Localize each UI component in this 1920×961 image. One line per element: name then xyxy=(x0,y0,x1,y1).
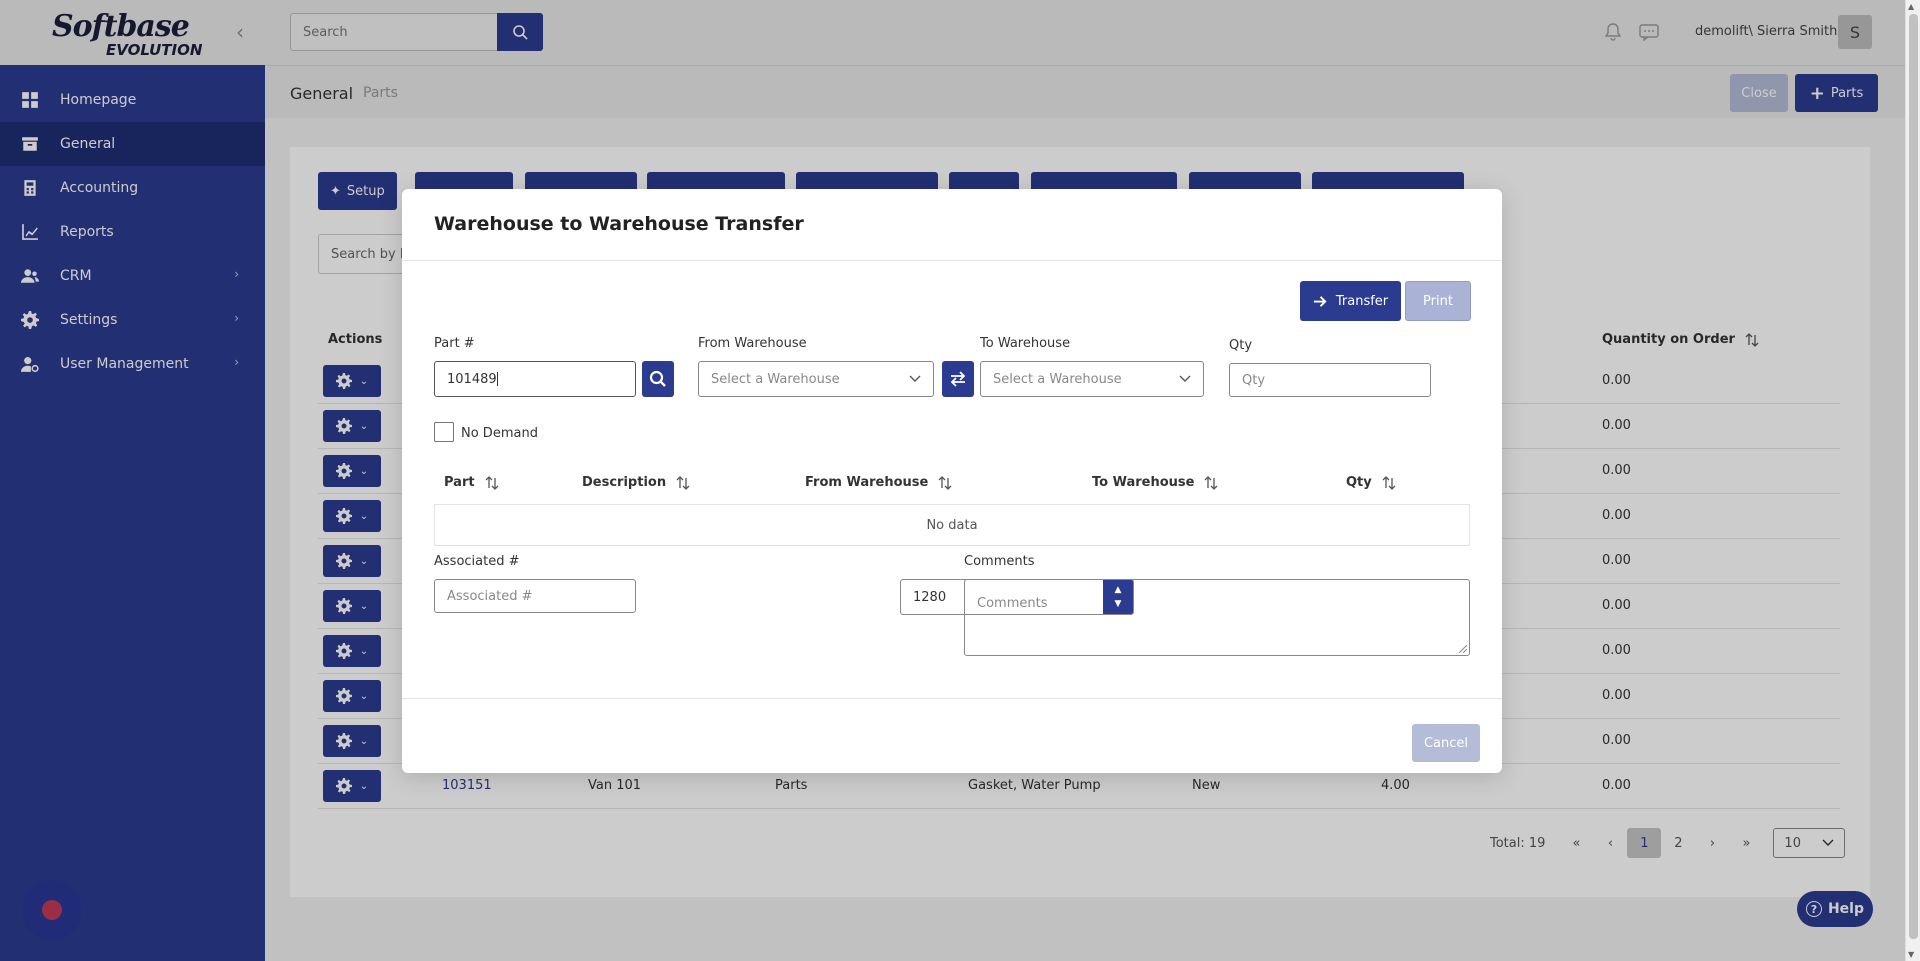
part-search-button[interactable] xyxy=(642,361,674,397)
no-demand-label: No Demand xyxy=(461,426,538,441)
scrollbar-thumb[interactable] xyxy=(1909,14,1918,939)
resize-grip-icon[interactable] xyxy=(1459,645,1467,653)
swap-icon xyxy=(950,371,966,387)
page-scrollbar[interactable]: ▲ ▼ xyxy=(1905,0,1920,961)
comments-textarea[interactable]: Comments xyxy=(964,579,1470,656)
warehouse-transfer-dialog: Warehouse to Warehouse Transfer Transfer… xyxy=(402,189,1502,773)
scroll-up-icon[interactable]: ▲ xyxy=(1908,2,1914,11)
chevron-down-icon xyxy=(1179,375,1191,382)
scroll-down-icon[interactable]: ▼ xyxy=(1908,950,1914,959)
part-number-input[interactable]: 101489 xyxy=(434,361,636,397)
comments-label: Comments xyxy=(964,554,1035,569)
to-warehouse-select[interactable]: Select a Warehouse xyxy=(980,361,1204,397)
qty-input[interactable]: Qty xyxy=(1229,363,1431,397)
arrow-right-icon xyxy=(1313,295,1327,307)
no-demand-checkbox[interactable] xyxy=(434,422,454,442)
sort-icon xyxy=(676,475,690,490)
print-button[interactable]: Print xyxy=(1405,281,1471,321)
sort-icon xyxy=(485,475,499,490)
dialog-title: Warehouse to Warehouse Transfer xyxy=(434,213,804,235)
divider xyxy=(402,698,1502,699)
search-icon xyxy=(649,370,666,387)
table-header-description[interactable]: Description xyxy=(582,475,690,490)
from-warehouse-label: From Warehouse xyxy=(698,336,807,351)
qty-label: Qty xyxy=(1229,338,1253,353)
divider xyxy=(402,260,1502,261)
table-header-to-warehouse[interactable]: To Warehouse xyxy=(1092,475,1218,490)
swap-warehouses-button[interactable] xyxy=(942,361,974,397)
associated-number-input[interactable]: Associated # xyxy=(434,579,636,613)
table-header-from-warehouse[interactable]: From Warehouse xyxy=(805,475,952,490)
sort-icon xyxy=(1382,475,1396,490)
cancel-button[interactable]: Cancel xyxy=(1412,724,1480,762)
associated-number-label: Associated # xyxy=(434,554,520,569)
table-header-part[interactable]: Part xyxy=(444,475,499,490)
sort-icon xyxy=(938,475,952,490)
table-header-qty[interactable]: Qty xyxy=(1346,475,1396,490)
sort-icon xyxy=(1205,475,1218,490)
part-number-label: Part # xyxy=(434,336,475,351)
chevron-down-icon xyxy=(909,375,921,382)
empty-table-message: No data xyxy=(434,505,1470,546)
transfer-button[interactable]: Transfer xyxy=(1300,281,1401,321)
to-warehouse-label: To Warehouse xyxy=(980,336,1071,351)
text-cursor xyxy=(496,372,498,386)
from-warehouse-select[interactable]: Select a Warehouse xyxy=(698,361,934,397)
